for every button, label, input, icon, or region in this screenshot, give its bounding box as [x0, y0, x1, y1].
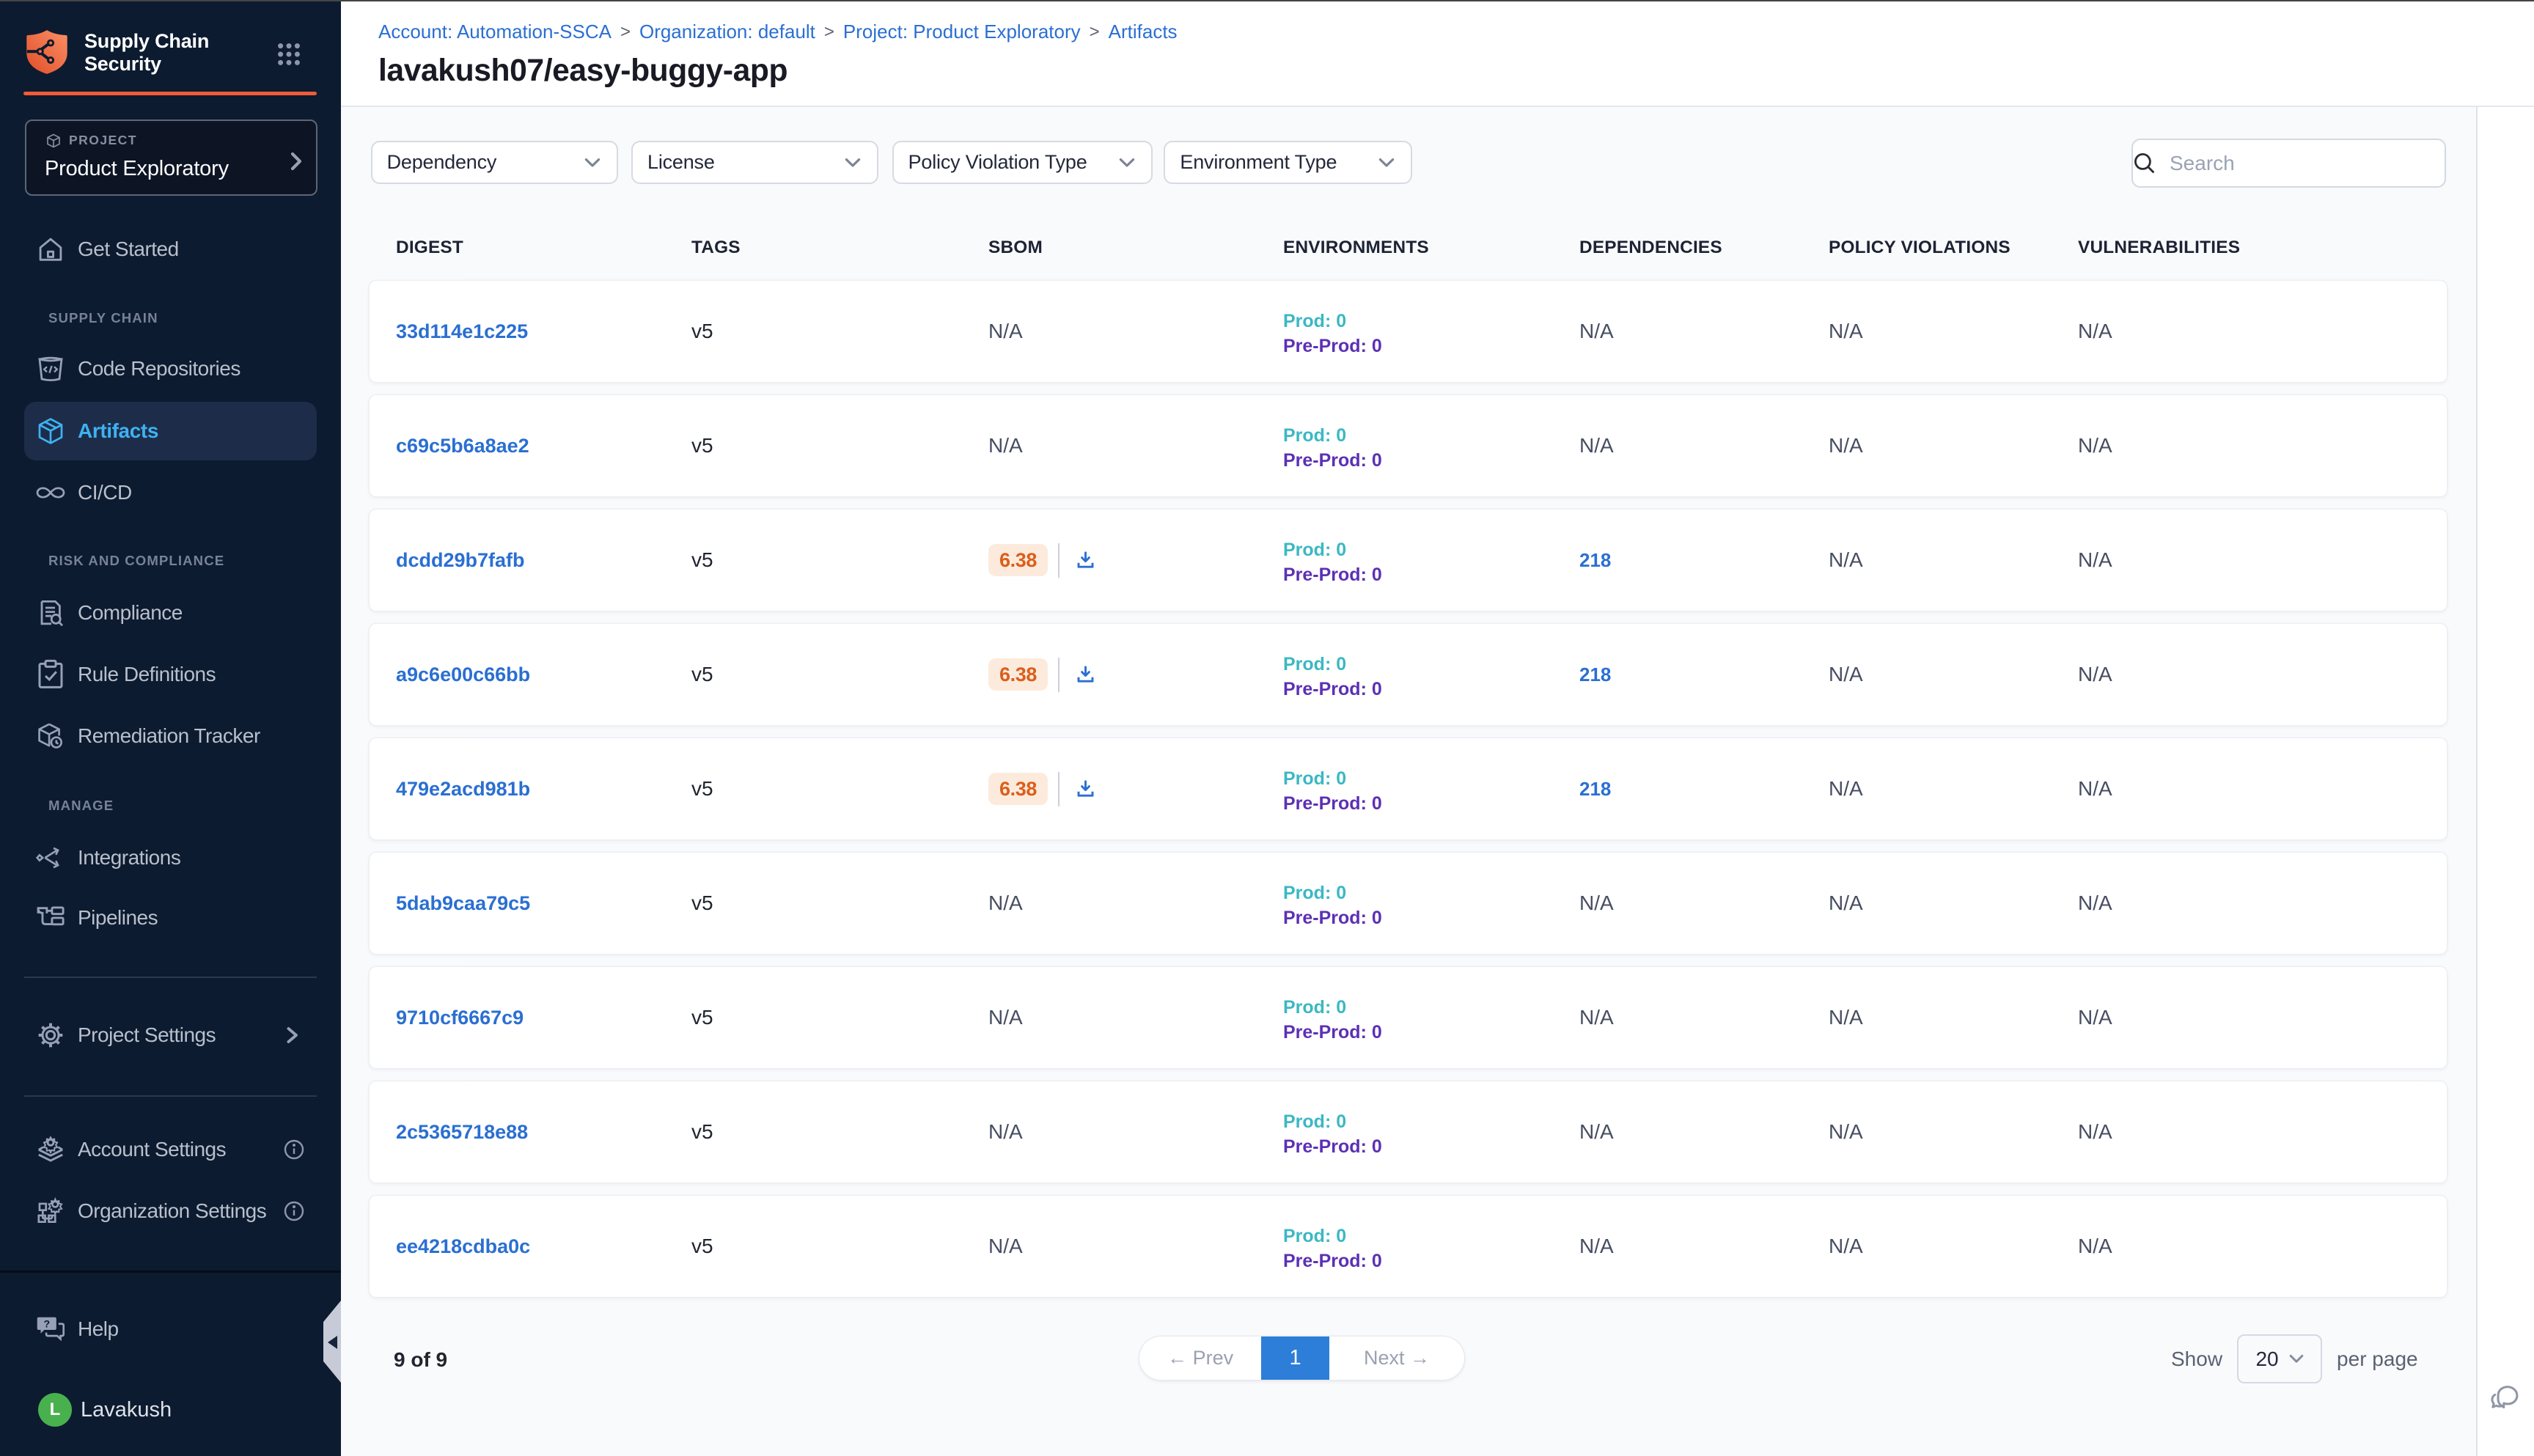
- svg-text:?: ?: [43, 1318, 50, 1330]
